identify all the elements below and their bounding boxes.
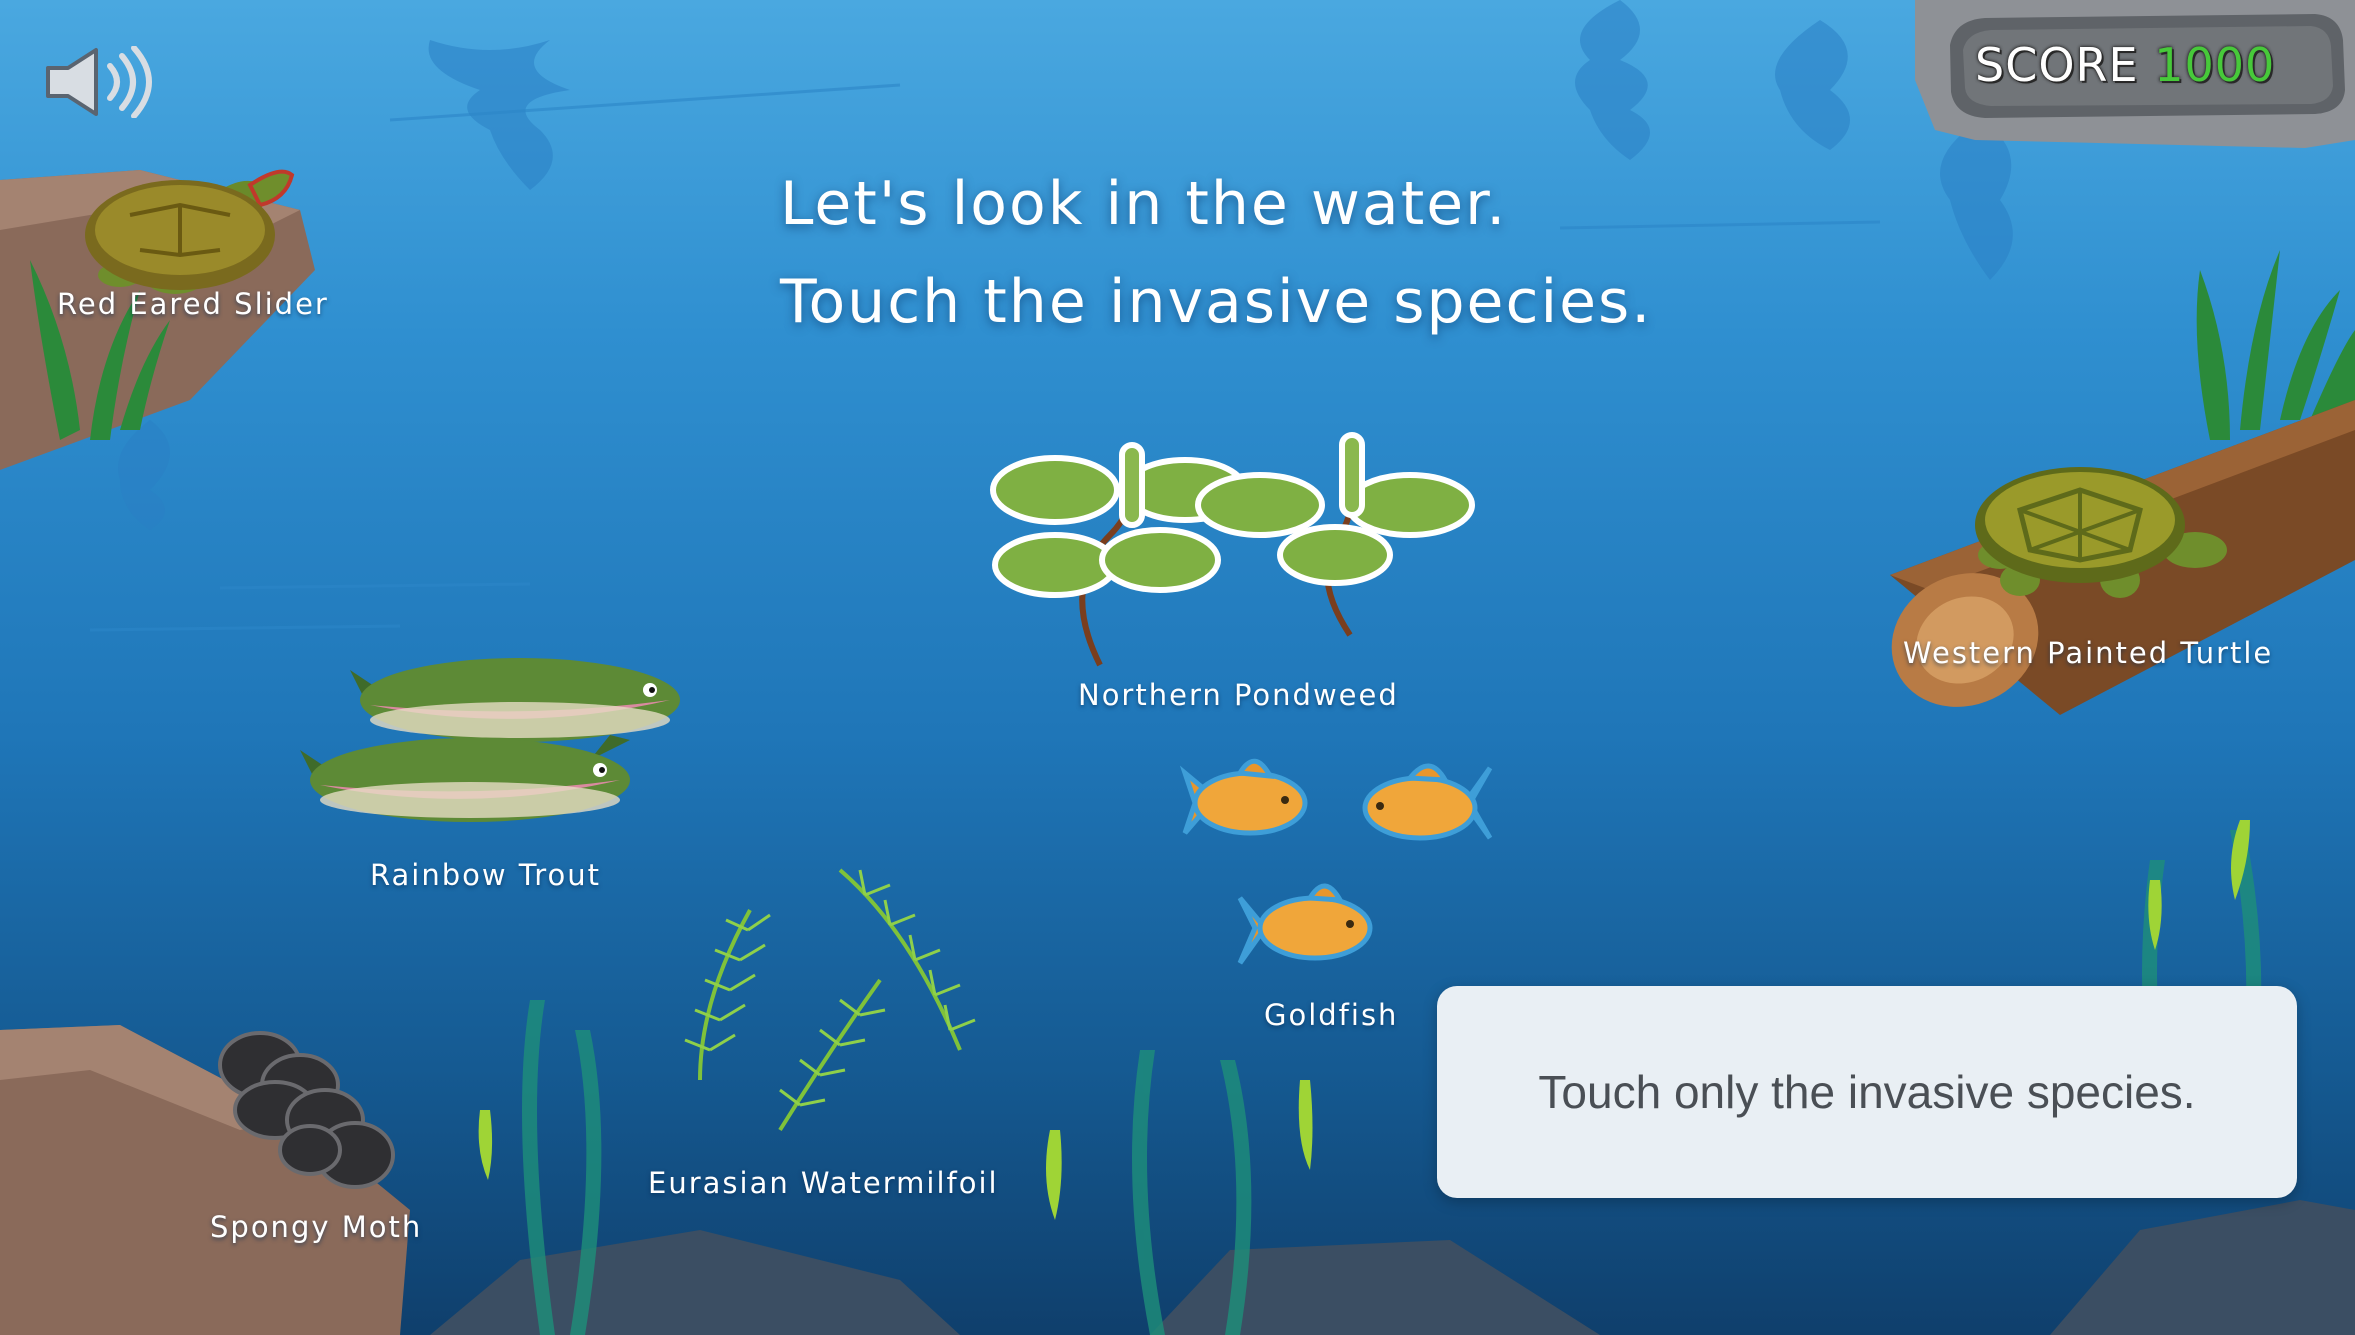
label-western-painted-turtle: Western Painted Turtle — [1903, 636, 2274, 670]
label-red-eared-slider: Red Eared Slider — [57, 287, 329, 321]
score-value: 1000 — [2154, 38, 2276, 92]
label-northern-pondweed: Northern Pondweed — [1078, 678, 1399, 712]
species-northern-pondweed[interactable] — [990, 425, 1480, 670]
sound-toggle-button[interactable] — [44, 45, 164, 119]
trout-icon — [300, 658, 680, 830]
label-spongy-moth: Spongy Moth — [210, 1210, 423, 1244]
hint-dialog: Touch only the invasive species. — [1437, 986, 2297, 1198]
label-rainbow-trout: Rainbow Trout — [370, 858, 602, 892]
hint-text: Touch only the invasive species. — [1538, 1066, 2196, 1118]
score-display: SCORE 1000 — [1975, 38, 2275, 92]
species-spongy-moth[interactable] — [215, 1030, 400, 1195]
speaker-icon — [46, 45, 152, 119]
instruction-line-2: Touch the invasive species. — [780, 267, 1653, 337]
species-eurasian-watermilfoil[interactable] — [660, 850, 1000, 1140]
pondweed-icon — [990, 432, 1475, 667]
instruction-line-1: Let's look in the water. — [780, 169, 1508, 239]
species-rainbow-trout[interactable] — [290, 640, 690, 840]
instruction-text: Let's look in the water. Touch the invas… — [780, 155, 1680, 351]
species-western-painted-turtle[interactable] — [1960, 465, 2230, 615]
goldfish-icon — [1179, 758, 1493, 965]
score-label: SCORE — [1975, 38, 2139, 92]
egg-mass-icon — [218, 1031, 395, 1189]
species-goldfish[interactable] — [1179, 748, 1493, 988]
label-goldfish: Goldfish — [1264, 998, 1399, 1032]
watermilfoil-icon — [684, 868, 976, 1132]
turtle-icon — [1975, 467, 2227, 598]
label-eurasian-watermilfoil: Eurasian Watermilfoil — [648, 1166, 999, 1200]
